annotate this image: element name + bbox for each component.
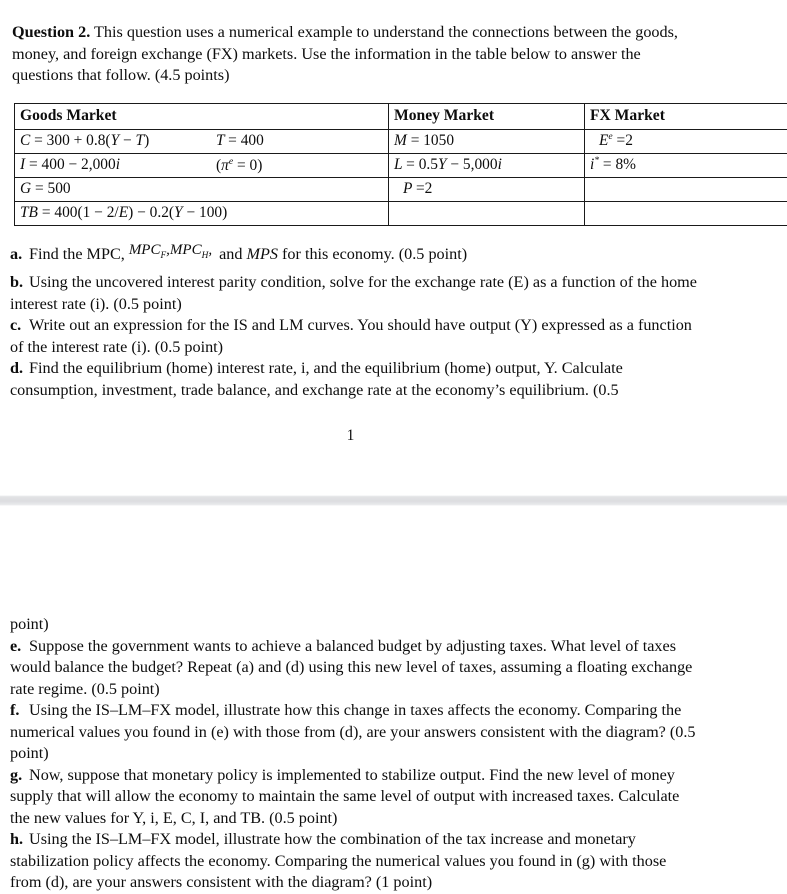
question-item-f: f.Using the IS–LM–FX model, illustrate h… — [10, 700, 775, 765]
question-c-label: c. — [10, 315, 29, 337]
goods-equation-investment: I = 400 − 2,000i (πe = 0) — [15, 153, 389, 177]
intro-text: This question uses a numerical example t… — [12, 23, 678, 84]
question-label: Question 2. — [12, 23, 90, 41]
intro-paragraph: Question 2. This question uses a numeric… — [6, 16, 781, 87]
question-h-text: Using the IS–LM–FX model, illustrate how… — [10, 830, 666, 891]
page-bottom-whitespace — [0, 445, 787, 495]
table-row: TB = 400(1 − 2/E) − 0.2(Y − 100) — [15, 201, 787, 225]
money-equation-supply: M = 1050 — [389, 129, 585, 153]
question-g-label: g. — [10, 765, 29, 787]
question-h-label: h. — [10, 829, 29, 851]
question-f-label: f. — [10, 700, 29, 722]
question-item-h: h.Using the IS–LM–FX model, illustrate h… — [10, 829, 775, 894]
goods-equation-trade-balance: TB = 400(1 − 2/E) − 0.2(Y − 100) — [15, 201, 389, 225]
market-table-wrapper: Goods Market Money Market FX Market C = … — [14, 103, 775, 226]
question-item-g: g.Now, suppose that monetary policy is i… — [10, 765, 775, 830]
page-top-whitespace — [0, 506, 787, 614]
market-data-table: Goods Market Money Market FX Market C = … — [14, 103, 787, 226]
header-fx-market: FX Market — [585, 103, 787, 129]
question-item-b: b.Using the uncovered interest parity co… — [10, 272, 775, 315]
question-e-label: e. — [10, 636, 29, 658]
fx-empty-cell-2 — [585, 201, 787, 225]
question-item-a: a.Find the MPC,MPCF,MPCH, and MPS for th… — [10, 244, 775, 273]
money-equation-demand: L = 0.5Y − 5,000i — [389, 153, 585, 177]
fx-empty-cell — [585, 177, 787, 201]
question-item-d: d.Find the equilibrium (home) interest r… — [10, 358, 775, 401]
table-header-row: Goods Market Money Market FX Market — [15, 103, 787, 129]
goods-equation-consumption: C = 300 + 0.8(Y − T) T = 400 — [15, 129, 389, 153]
goods-equation-government: G = 500 — [15, 177, 389, 201]
header-goods-market: Goods Market — [15, 103, 389, 129]
question-f-text: Using the IS–LM–FX model, illustrate how… — [10, 701, 696, 762]
question-d-text: Find the equilibrium (home) interest rat… — [10, 359, 623, 399]
table-row: I = 400 − 2,000i (πe = 0) L = 0.5Y − 5,0… — [15, 153, 787, 177]
header-money-market: Money Market — [389, 103, 585, 129]
question-item-c: c.Write out an expression for the IS and… — [10, 315, 775, 358]
question-c-text: Write out an expression for the IS and L… — [10, 316, 692, 356]
question-a-pre: Find the MPC, — [29, 245, 125, 263]
question-d-continuation-text: point) — [10, 615, 49, 633]
question-item-e: e.Suppose the government wants to achiev… — [10, 636, 775, 701]
question-b-label: b. — [10, 272, 29, 294]
money-empty-cell — [389, 201, 585, 225]
page-number: 1 — [6, 427, 781, 445]
question-b-text: Using the uncovered interest parity cond… — [10, 273, 697, 313]
goods-note-taxes: T = 400 — [216, 132, 264, 150]
question-d-continuation: point) — [10, 614, 775, 636]
goods-note-expected-inflation: (πe = 0) — [216, 156, 262, 175]
table-row: G = 500 P =2 — [15, 177, 787, 201]
question-a-label: a. — [10, 244, 29, 266]
fx-expected-exchange-rate: Ee =2 — [585, 129, 787, 153]
questions-list-page2: point) e.Suppose the government wants to… — [10, 614, 775, 894]
question-g-text: Now, suppose that monetary policy is imp… — [10, 766, 679, 827]
question-d-label: d. — [10, 358, 29, 380]
question-a-math: MPCF,MPCH, — [125, 242, 215, 258]
question-e-text: Suppose the government wants to achieve … — [10, 637, 692, 698]
fx-foreign-interest-rate: i* = 8% — [585, 153, 787, 177]
document-page-2: point) e.Suppose the government wants to… — [0, 614, 787, 894]
document-page-1: Question 2. This question uses a numeric… — [0, 16, 787, 445]
question-a-post: and MPS for this economy. (0.5 point) — [215, 245, 467, 263]
table-row: C = 300 + 0.8(Y − T) T = 400 M = 1050 Ee… — [15, 129, 787, 153]
page-break-separator — [0, 495, 787, 506]
money-price-level: P =2 — [389, 177, 585, 201]
questions-list-page1: a.Find the MPC,MPCF,MPCH, and MPS for th… — [10, 244, 775, 402]
